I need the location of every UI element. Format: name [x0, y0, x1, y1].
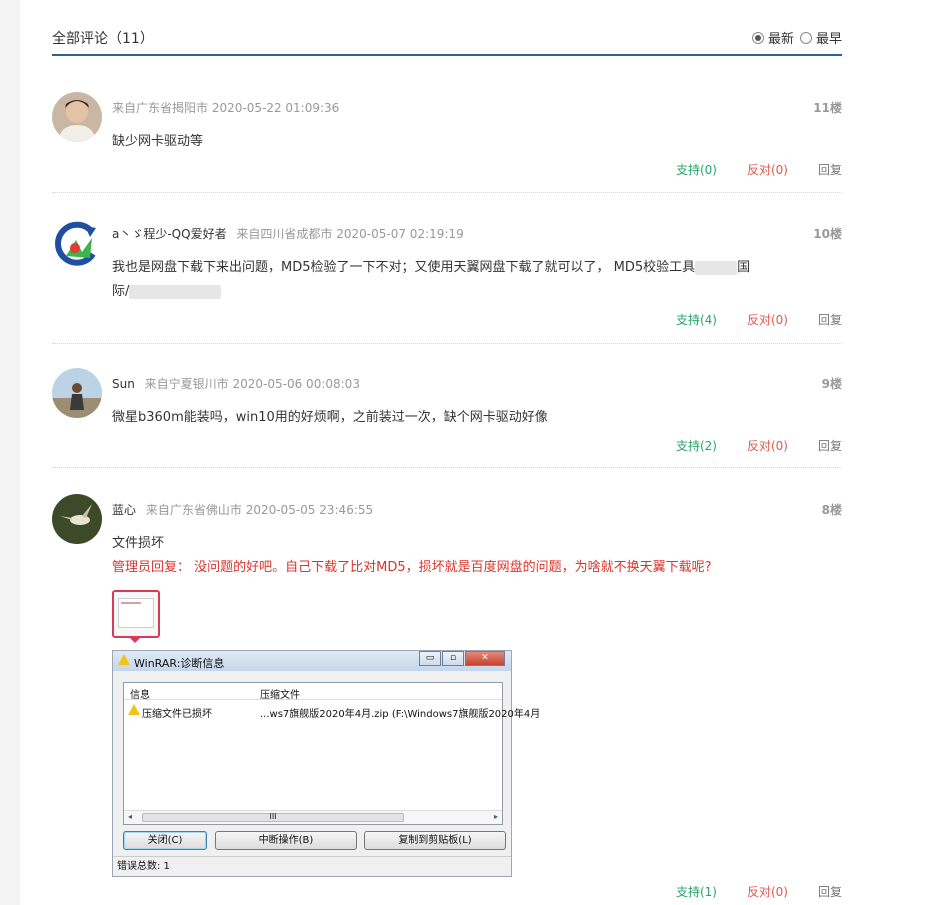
comment-item: Sun 来自宁夏银川市 2020-05-06 00:08:03 9楼 微星b36… — [52, 368, 842, 468]
radio-unchecked-icon[interactable] — [799, 31, 812, 44]
comment-text-line1-end: 国 — [737, 260, 751, 275]
comment-text: 缺少网卡驱动等 — [112, 134, 204, 149]
comment-time: 2020-05-06 00:08:03 — [232, 377, 360, 391]
reply-button[interactable]: 回复 — [818, 883, 842, 900]
reply-button[interactable]: 回复 — [818, 311, 842, 328]
radio-checked-icon[interactable] — [751, 31, 764, 44]
abort-button[interactable]: 中断操作(B) — [215, 831, 357, 850]
reply-button[interactable]: 回复 — [818, 161, 842, 178]
warning-icon — [128, 704, 140, 715]
maximize-icon[interactable]: ▫ — [442, 651, 464, 666]
comment-item: 来自广东省揭阳市 2020-05-22 01:09:36 11楼 缺少网卡驱动等… — [52, 92, 842, 192]
window-controls: ▭ ▫ ✕ — [418, 651, 505, 666]
col-archive[interactable]: 压缩文件 — [260, 686, 300, 701]
avatar[interactable] — [52, 368, 102, 418]
comment-actions: 支持(1) 反对(0) 回复 — [646, 883, 842, 900]
comments-section: 全部评论（11） 最新 最早 来自广东省揭阳市 2020-05-22 01:09… — [52, 0, 842, 899]
redacted-blur — [129, 284, 222, 299]
comment-text-body: 文件损坏 — [112, 536, 165, 551]
comment-time: 2020-05-07 02:19:19 — [336, 227, 464, 241]
copy-to-clipboard-button[interactable]: 复制到剪贴板(L) — [364, 831, 506, 850]
comment-text: 我也是网盘下载下来出问题，MD5检验了一下不对；又使用天翼网盘下载了就可以了， … — [112, 256, 812, 304]
comment-meta: Sun 来自宁夏银川市 2020-05-06 00:08:03 — [112, 375, 360, 392]
winrar-screenshot[interactable]: WinRAR:诊断信息 ▭ ▫ ✕ 信息 压缩文件 压缩文件已损坏 ...ws7… — [112, 650, 540, 877]
comment-location: 来自广东省佛山市 — [145, 503, 242, 517]
scroll-left-icon[interactable]: ◂ — [128, 812, 132, 821]
sort-newest-label: 最新 — [767, 32, 794, 47]
comment-username[interactable]: a丶ゞ程少-QQ爱好者 — [112, 227, 227, 241]
winrar-titlebar: WinRAR:诊断信息 ▭ ▫ ✕ — [113, 651, 511, 671]
oppose-button[interactable]: 反对(0) — [747, 311, 788, 328]
reply-button[interactable]: 回复 — [818, 437, 842, 454]
comment-meta: 蓝心 来自广东省佛山市 2020-05-05 23:46:55 — [112, 501, 373, 518]
row-archive: ...ws7旗舰版2020年4月.zip (F:\Windows7旗舰版2020… — [260, 709, 541, 720]
minimize-icon[interactable]: ▭ — [419, 651, 441, 666]
comment-time: 2020-05-05 23:46:55 — [245, 503, 374, 517]
comment-text: 文件损坏 管理员回复： 没问题的好吧。自己下载了比对MD5，损坏就是百度网盘的问… — [112, 532, 832, 580]
comment-location: 来自广东省揭阳市 — [112, 101, 209, 115]
comment-time: 2020-05-22 01:09:36 — [211, 101, 340, 115]
close-icon[interactable]: ✕ — [465, 651, 505, 666]
support-button[interactable]: 支持(2) — [676, 437, 717, 454]
comments-header: 全部评论（11） 最新 最早 — [52, 0, 842, 56]
warning-icon — [118, 654, 130, 665]
floor-number: 11楼 — [813, 101, 842, 115]
floor-number: 9楼 — [821, 377, 842, 391]
comments-title: 全部评论（11） — [52, 31, 154, 47]
image-thumbnail[interactable] — [112, 590, 160, 643]
avatar[interactable] — [52, 92, 102, 142]
oppose-button[interactable]: 反对(0) — [747, 161, 788, 178]
comment-actions: 支持(0) 反对(0) 回复 — [646, 161, 842, 178]
sort-options: 最新 最早 — [746, 28, 842, 47]
diagnostic-list[interactable]: 信息 压缩文件 压缩文件已损坏 ...ws7旗舰版2020年4月.zip (F:… — [123, 682, 540, 825]
scroll-right-icon[interactable]: ▸ — [494, 812, 498, 821]
list-header: 信息 压缩文件 — [124, 683, 502, 701]
sort-earliest-label: 最早 — [815, 32, 842, 47]
avatar[interactable] — [52, 494, 102, 544]
floor-number: 8楼 — [821, 503, 842, 517]
admin-reply: 管理员回复： 没问题的好吧。自己下载了比对MD5，损坏就是百度网盘的问题，为啥就… — [112, 560, 712, 575]
comment-username[interactable]: 蓝心 — [112, 503, 136, 517]
avatar[interactable] — [52, 218, 102, 268]
comment-meta: a丶ゞ程少-QQ爱好者 来自四川省成都市 2020-05-07 02:19:19 — [112, 225, 464, 242]
comment-text-line2: 际/ — [112, 284, 130, 299]
winrar-title: WinRAR:诊断信息 — [134, 657, 225, 670]
comment-location: 来自四川省成都市 — [236, 227, 333, 241]
scrollbar-thumb[interactable]: III — [142, 813, 404, 822]
close-button[interactable]: 关闭(C) — [123, 831, 207, 850]
comment-divider — [52, 343, 842, 344]
thumbnail-preview — [118, 598, 154, 628]
comment-actions: 支持(2) 反对(0) 回复 — [646, 437, 842, 454]
comment-actions: 支持(4) 反对(0) 回复 — [646, 311, 842, 328]
comment-location: 来自宁夏银川市 — [144, 377, 229, 391]
comment-username[interactable]: Sun — [112, 377, 135, 391]
oppose-button[interactable]: 反对(0) — [747, 437, 788, 454]
redacted-blur — [695, 260, 738, 275]
col-info[interactable]: 信息 — [130, 686, 150, 701]
page-left-gutter — [0, 0, 20, 905]
error-count-status: 错误总数: 1 — [113, 856, 511, 876]
oppose-button[interactable]: 反对(0) — [747, 883, 788, 900]
comment-divider — [52, 192, 842, 193]
comment-item: a丶ゞ程少-QQ爱好者 来自四川省成都市 2020-05-07 02:19:19… — [52, 218, 842, 338]
support-button[interactable]: 支持(1) — [676, 883, 717, 900]
comment-divider — [52, 467, 842, 468]
comment-text-line1: 我也是网盘下载下来出问题，MD5检验了一下不对；又使用天翼网盘下载了就可以了， … — [112, 260, 696, 275]
list-row[interactable]: 压缩文件已损坏 ...ws7旗舰版2020年4月.zip (F:\Windows… — [124, 703, 540, 720]
row-info: 压缩文件已损坏 — [142, 709, 212, 720]
horizontal-scrollbar[interactable]: ◂ III ▸ — [124, 810, 502, 824]
floor-number: 10楼 — [813, 227, 842, 241]
sort-newest[interactable]: 最新 — [751, 28, 794, 47]
support-button[interactable]: 支持(0) — [676, 161, 717, 178]
comment-meta: 来自广东省揭阳市 2020-05-22 01:09:36 — [112, 99, 339, 116]
comment-text: 微星b360m能装吗，win10用的好烦啊，之前装过一次，缺个网卡驱动好像 — [112, 410, 548, 425]
sort-earliest[interactable]: 最早 — [799, 28, 842, 47]
support-button[interactable]: 支持(4) — [676, 311, 717, 328]
